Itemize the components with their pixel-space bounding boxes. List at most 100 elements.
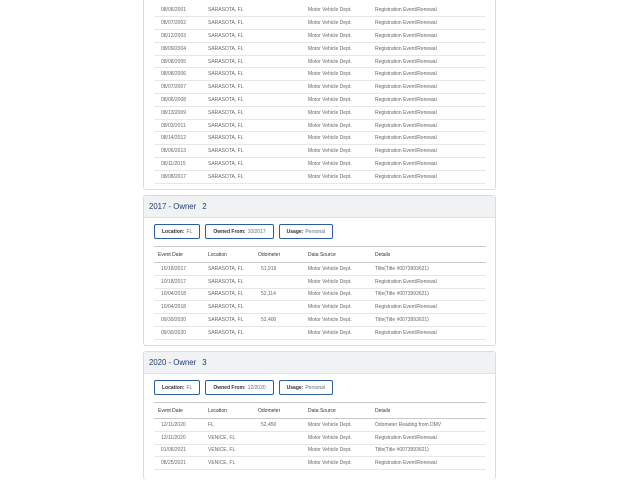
tag-label: Usage:	[286, 384, 304, 391]
data-source-cell: Motor Vehicle Dept.	[304, 16, 371, 31]
usage-tag[interactable]: Usage: Personal	[278, 224, 334, 239]
details-cell: Registration Event/Renewal	[371, 326, 486, 340]
table-row: 08/07/2002 SARASOTA, FL Motor Vehicle Dept…	[154, 16, 486, 31]
tag-label: Usage:	[286, 228, 304, 235]
table-row: 10/04/2018 SARASOTA, FL Motor Vehicle Dept…	[154, 300, 486, 315]
data-source-cell: Motor Vehicle Dept.	[304, 300, 371, 315]
table-row: 08/08/2017 SARASOTA, FL Motor Vehicle Dept…	[154, 170, 486, 184]
owner-number: 3	[202, 358, 207, 367]
table-row: 10/04/2018 SARASOTA, FL 52,114 Motor Vehicl…	[154, 288, 486, 302]
owner-title: 2020 - Owner	[149, 358, 197, 367]
details-cell: Registration Event/Renewal	[371, 275, 486, 289]
data-source-cell: Motor Vehicle Dept.	[304, 170, 371, 184]
tag-label: Owned From:	[213, 384, 246, 391]
details-cell: Title(Title #0073993621)	[371, 313, 486, 327]
event-date-cell: 10/04/2018	[154, 288, 204, 302]
details-cell: Registration Event/Renewal	[371, 42, 486, 56]
event-date-cell: 08/25/2021	[154, 456, 204, 471]
details-cell: Registration Event/Renewal	[371, 456, 486, 471]
details-cell: Registration Event/Renewal	[371, 80, 486, 95]
owner-header[interactable]: 2020 - Owner 3	[144, 352, 495, 374]
details-cell: Registration Event/Renewal	[371, 157, 486, 171]
table-row: 08/07/2007 SARASOTA, FL Motor Vehicle Dept…	[154, 80, 486, 95]
history-table-body: 12/11/2020 FL 52,450 Motor Vehicle Dept. Odo…	[154, 418, 486, 471]
event-date-cell: 12/11/2020	[154, 418, 204, 432]
odometer-cell: 52,114	[254, 288, 304, 302]
odometer-cell	[254, 16, 304, 31]
data-source-cell: Motor Vehicle Dept.	[304, 119, 371, 133]
odometer-cell	[254, 29, 304, 43]
data-source-cell: Motor Vehicle Dept.	[304, 80, 371, 95]
location-cell: SARASOTA, FL	[204, 16, 254, 31]
owner-history-card-previous: 08/06/2001 SARASOTA, FL Motor Vehicle Dept…	[143, 0, 496, 190]
location-cell: SARASOTA, FL	[204, 67, 254, 82]
location-cell: SARASOTA, FL	[204, 288, 254, 302]
details-cell: Registration Event/Renewal	[371, 300, 486, 315]
table-row: 12/11/2020 FL 52,450 Motor Vehicle Dept. Odo…	[154, 418, 486, 432]
owner-title: 2017 - Owner	[149, 202, 197, 211]
header-row: Event Date Location Odometer Data Source…	[154, 246, 486, 263]
owned-from-tag[interactable]: Owned From: 12/2020	[205, 380, 274, 395]
data-source-cell: Motor Vehicle Dept.	[304, 326, 371, 340]
table-row: 08/06/2008 SARASOTA, FL Motor Vehicle Dept…	[154, 93, 486, 107]
location-cell: SARASOTA, FL	[204, 119, 254, 133]
data-source-cell: Motor Vehicle Dept.	[304, 29, 371, 43]
event-date-cell: 08/03/2011	[154, 119, 204, 133]
odometer-cell	[254, 431, 304, 445]
location-tag[interactable]: Location: FL	[154, 224, 201, 239]
details-cell: Registration Event/Renewal	[371, 4, 486, 18]
usage-tag[interactable]: Usage: Personal	[278, 380, 334, 395]
table-row: 08/03/2011 SARASOTA, FL Motor Vehicle Dept…	[154, 119, 486, 133]
details-cell: Registration Event/Renewal	[371, 144, 486, 159]
table-header: Event Date Location Odometer Data Source…	[154, 246, 486, 263]
odometer-cell	[254, 170, 304, 184]
data-source-cell: Motor Vehicle Dept.	[304, 444, 371, 458]
column-header-event-date: Event Date	[154, 246, 204, 263]
location-cell: SARASOTA, FL	[204, 29, 254, 43]
odometer-cell	[254, 144, 304, 159]
column-header-data-source: Data Source	[304, 246, 371, 263]
odometer-cell	[254, 275, 304, 289]
owner-tags: Location: FL Owned From: 12/2020 Usage: Per…	[144, 374, 495, 402]
details-cell: Registration Event/Renewal	[371, 29, 486, 43]
odometer-cell	[254, 4, 304, 18]
table-row: 08/08/2006 SARASOTA, FL Motor Vehicle Dept…	[154, 67, 486, 82]
data-source-cell: Motor Vehicle Dept.	[304, 131, 371, 146]
location-cell: SARASOTA, FL	[204, 313, 254, 327]
tag-value: 10/2017	[247, 228, 266, 235]
owner-header[interactable]: 2017 - Owner 2	[144, 196, 495, 218]
location-cell: SARASOTA, FL	[204, 42, 254, 56]
column-header-odometer: Odometer	[254, 402, 304, 419]
details-cell: Title(Title #0073993621)	[371, 262, 486, 276]
data-source-cell: Motor Vehicle Dept.	[304, 144, 371, 159]
column-header-event-date: Event Date	[154, 402, 204, 419]
odometer-cell: 52,400	[254, 313, 304, 327]
location-cell: SARASOTA, FL	[204, 131, 254, 146]
odometer-cell	[254, 326, 304, 340]
location-cell: SARASOTA, FL	[204, 300, 254, 315]
table-row: 12/11/2020 VENICE, FL Motor Vehicle Dept. R…	[154, 431, 486, 445]
data-source-cell: Motor Vehicle Dept.	[304, 313, 371, 327]
location-cell: FL	[204, 418, 254, 432]
location-cell: SARASOTA, FL	[204, 157, 254, 171]
event-date-cell: 08/09/2004	[154, 42, 204, 56]
table-row: 08/14/2012 SARASOTA, FL Motor Vehicle Dept…	[154, 131, 486, 146]
details-cell: Registration Event/Renewal	[371, 170, 486, 184]
details-cell: Odometer Reading from DMV	[371, 418, 486, 432]
history-table-owner-3: Event Date Location Odometer Data Source…	[154, 402, 486, 471]
location-tag[interactable]: Location: FL	[154, 380, 201, 395]
event-date-cell: 10/18/2017	[154, 262, 204, 276]
history-table-body: 10/18/2017 SARASOTA, FL 51,919 Motor Vehicl…	[154, 262, 486, 340]
details-cell: Registration Event/Renewal	[371, 431, 486, 445]
tag-label: Location:	[162, 384, 185, 391]
data-source-cell: Motor Vehicle Dept.	[304, 4, 371, 18]
odometer-cell	[254, 67, 304, 82]
history-table-body: 08/06/2001 SARASOTA, FL Motor Vehicle Dept…	[154, 4, 486, 184]
history-table-previous: 08/06/2001 SARASOTA, FL Motor Vehicle Dept…	[154, 4, 486, 184]
details-cell: Registration Event/Renewal	[371, 55, 486, 69]
location-cell: SARASOTA, FL	[204, 275, 254, 289]
owner-tags: Location: FL Owned From: 10/2017 Usage: Per…	[144, 218, 495, 246]
column-header-data-source: Data Source	[304, 402, 371, 419]
data-source-cell: Motor Vehicle Dept.	[304, 418, 371, 432]
owned-from-tag[interactable]: Owned From: 10/2017	[205, 224, 274, 239]
